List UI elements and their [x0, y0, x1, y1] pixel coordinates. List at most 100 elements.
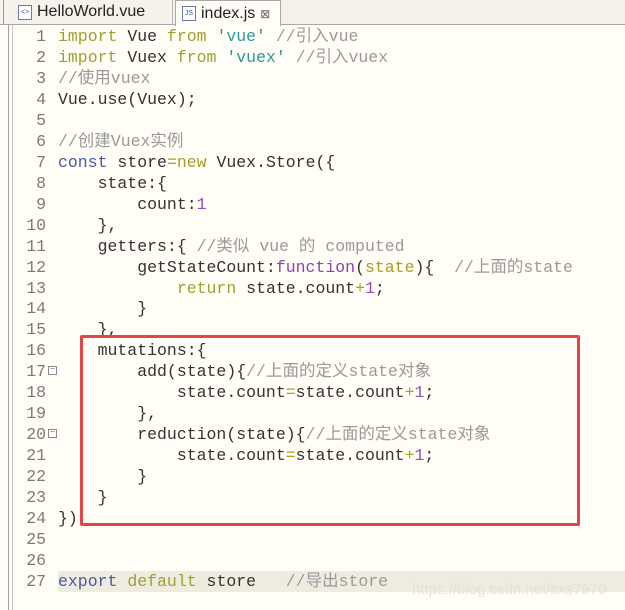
- code-token: state: [364, 257, 415, 277]
- line-number: 5: [36, 110, 46, 130]
- code-text: import Vue from 'vue' //引入vue: [58, 26, 358, 47]
- code-token: store: [107, 152, 167, 172]
- line-number: 23: [26, 488, 46, 508]
- code-token: ;: [374, 278, 385, 298]
- code-text: getStateCount:function(state){ //上面的stat…: [58, 257, 573, 278]
- code-line[interactable]: 5: [9, 110, 625, 131]
- code-text: import Vuex from 'vuex' //引入vuex: [58, 47, 388, 68]
- tab-helloworld-vue[interactable]: <> HelloWorld.vue: [12, 0, 173, 24]
- code-token: //上面的state: [454, 257, 573, 277]
- code-line[interactable]: 11 getters:{ //类似 vue 的 computed: [9, 236, 625, 257]
- fold-toggle-icon[interactable]: −: [48, 366, 57, 376]
- line-number: 7: [36, 152, 46, 172]
- code-token: return: [176, 278, 237, 298]
- code-text: getters:{ //类似 vue 的 computed: [58, 236, 405, 257]
- code-token: export: [58, 571, 118, 591]
- code-line[interactable]: 8 state:{: [9, 173, 625, 194]
- line-number: 9: [36, 194, 46, 214]
- code-text: },: [58, 215, 118, 236]
- close-tab-icon[interactable]: ⊠: [260, 7, 270, 21]
- code-token: import: [58, 27, 118, 46]
- code-line[interactable]: 14 }: [9, 298, 625, 319]
- code-line[interactable]: 12 getStateCount:function(state){ //上面的s…: [9, 257, 625, 278]
- line-number: 1: [36, 27, 46, 46]
- code-line[interactable]: 1 import Vue from 'vue' //引入vue: [9, 26, 625, 47]
- line-number: 4: [36, 89, 46, 109]
- line-number: 24: [26, 509, 46, 529]
- code-text: }): [58, 508, 78, 529]
- code-token: state:{: [58, 173, 167, 193]
- line-number: 15: [26, 320, 46, 340]
- code-token: =: [166, 152, 177, 172]
- line-number: 14: [26, 299, 46, 319]
- code-token: from: [166, 27, 207, 46]
- code-line[interactable]: 6 //创建Vuex实例: [9, 131, 625, 152]
- line-number: 26: [26, 551, 46, 570]
- line-number: 3: [36, 68, 46, 88]
- code-line[interactable]: 2 import Vuex from 'vuex' //引入vuex: [9, 47, 625, 68]
- code-token: //引入vue: [265, 27, 359, 46]
- js-file-icon: JS: [182, 6, 196, 21]
- code-token: getters:{: [58, 236, 197, 256]
- code-text: Vue.use(Vuex);: [58, 89, 197, 110]
- tab-index-js[interactable]: JS index.js ⊠: [175, 0, 281, 26]
- code-line[interactable]: 25: [9, 529, 625, 550]
- code-token: //使用vuex: [58, 68, 151, 88]
- line-number: 6: [36, 131, 46, 151]
- code-token: 1: [196, 194, 207, 214]
- code-token: Vuex: [117, 47, 177, 67]
- code-text: //创建Vuex实例: [58, 131, 183, 152]
- code-token: new: [176, 152, 207, 172]
- code-line[interactable]: 9 count:1: [9, 194, 625, 215]
- line-number: 10: [26, 215, 46, 235]
- code-token: ){: [414, 257, 455, 277]
- code-token: const: [58, 152, 108, 172]
- code-line[interactable]: 7 const store=new Vuex.Store({: [9, 152, 625, 173]
- code-token: import: [58, 47, 118, 67]
- editor-tab-bar: <> HelloWorld.vue JS index.js ⊠: [0, 0, 625, 26]
- code-token: }): [58, 509, 78, 529]
- code-token: //导出store: [285, 571, 389, 591]
- code-token: Vuex.Store({: [206, 152, 336, 172]
- code-line[interactable]: 26: [9, 550, 625, 571]
- code-line[interactable]: 10 },: [9, 215, 625, 236]
- line-number: 18: [26, 383, 46, 403]
- code-line[interactable]: 4 Vue.use(Vuex);: [9, 89, 625, 110]
- code-token: store: [196, 571, 286, 591]
- fold-toggle-icon[interactable]: −: [48, 429, 57, 439]
- code-token: state.count: [236, 278, 356, 298]
- code-token: default: [127, 571, 197, 591]
- code-token: from: [176, 47, 217, 67]
- panel-edge: [0, 0, 4, 24]
- line-number: 20: [26, 425, 46, 445]
- line-number: 8: [36, 173, 46, 193]
- code-token: //引入vuex: [285, 47, 389, 67]
- line-number: 19: [26, 404, 46, 424]
- code-text: state:{: [58, 173, 167, 194]
- code-text: return state.count+1;: [58, 278, 385, 299]
- line-number: 2: [36, 47, 46, 67]
- line-number: 22: [26, 467, 46, 487]
- code-token: },: [58, 215, 118, 235]
- code-token: +: [355, 278, 365, 298]
- code-text: //使用vuex: [58, 68, 150, 89]
- line-number: 17: [26, 362, 46, 382]
- tab-label: HelloWorld.vue: [37, 3, 146, 20]
- vue-file-icon: <>: [18, 4, 32, 20]
- line-number: 27: [26, 571, 46, 591]
- code-token: 1: [364, 278, 375, 298]
- code-text: count:1: [58, 194, 207, 215]
- code-token: 'vue': [216, 27, 266, 46]
- line-number: 11: [26, 236, 46, 256]
- code-token: //创建Vuex实例: [58, 131, 184, 151]
- code-line[interactable]: 3 //使用vuex: [9, 68, 625, 89]
- code-token: Vue.use(Vuex);: [58, 89, 197, 109]
- highlight-box: [80, 335, 580, 526]
- code-token: 'vuex': [226, 47, 286, 67]
- code-line[interactable]: 13 return state.count+1;: [9, 278, 625, 299]
- line-number: 12: [26, 257, 46, 277]
